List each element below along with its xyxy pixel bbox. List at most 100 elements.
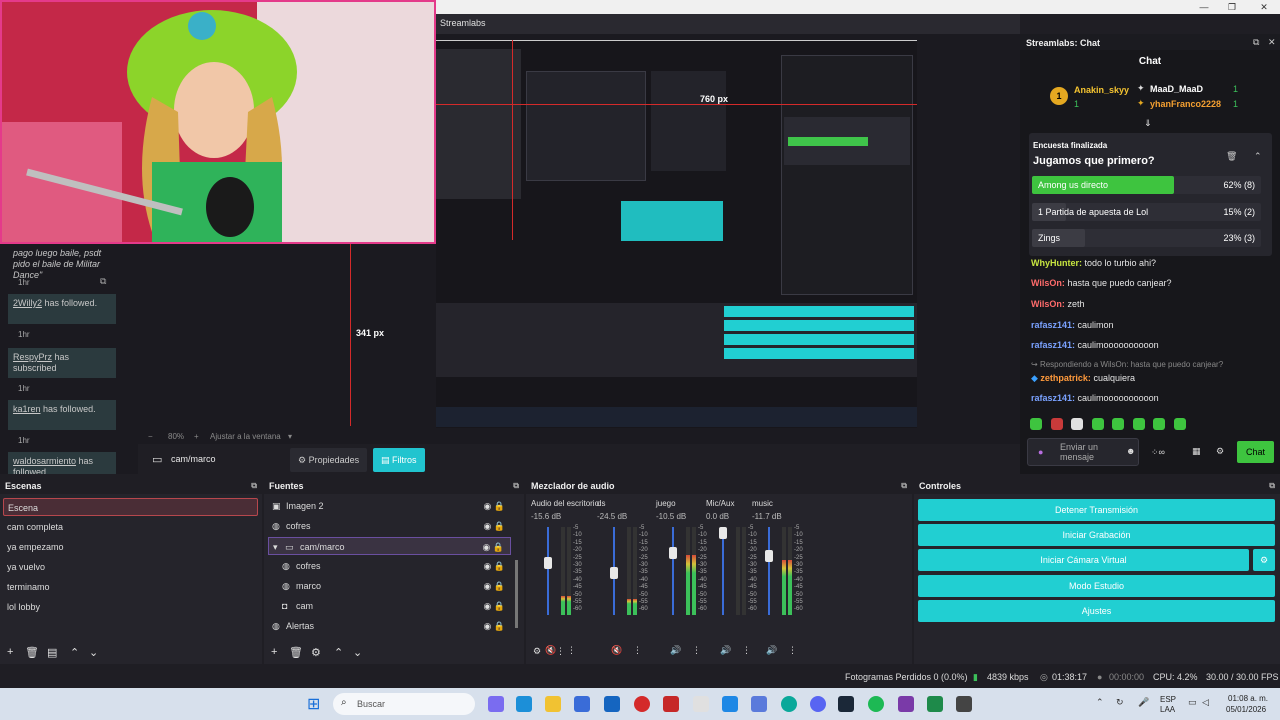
emote-icon[interactable] xyxy=(1173,418,1186,430)
source-item[interactable]: ▾ ▭ cam/marco ◉ 🔒 xyxy=(268,537,511,555)
trash-icon[interactable]: 🗑 xyxy=(289,646,303,659)
volume-fader[interactable] xyxy=(547,527,549,615)
language[interactable]: ESP xyxy=(1160,695,1176,704)
close-icon[interactable]: ✕ xyxy=(1268,37,1276,48)
eye-icon[interactable]: ◉ 🔒 xyxy=(483,597,505,615)
feed-item[interactable]: ka1ren has followed. xyxy=(8,400,116,430)
emoji-icon[interactable]: ☻ xyxy=(1126,446,1135,456)
app-icon[interactable] xyxy=(927,696,943,712)
close-button[interactable]: ✕ xyxy=(1248,0,1280,14)
popout-icon[interactable]: ⧉ xyxy=(1269,478,1275,494)
zoom-in-icon[interactable]: + xyxy=(194,432,199,441)
chat-user[interactable]: zethpatrick: xyxy=(1040,373,1091,383)
feed-user[interactable]: waldosarmiento xyxy=(13,456,76,466)
emote-icon[interactable] xyxy=(1091,418,1104,430)
filters-button[interactable]: ▤ Filtros xyxy=(373,448,425,472)
source-item[interactable]: ◍ marco ◉ 🔒 xyxy=(278,577,511,595)
app-icon[interactable] xyxy=(722,696,738,712)
add-icon[interactable]: + xyxy=(271,646,277,658)
emote-icon[interactable] xyxy=(1112,418,1125,430)
volume-fader[interactable] xyxy=(722,527,724,615)
emote-icon[interactable] xyxy=(1132,418,1145,430)
scrollbar[interactable] xyxy=(515,560,518,628)
settings-button[interactable]: Ajustes xyxy=(918,600,1275,622)
arrow-down-icon[interactable]: ⌄ xyxy=(89,646,98,659)
taskbar-search[interactable]: ⌕ Buscar xyxy=(333,693,475,715)
microphone-icon[interactable]: ● xyxy=(1038,447,1043,457)
teams-icon[interactable] xyxy=(751,696,767,712)
windows-start-icon[interactable]: ⊞ xyxy=(307,694,320,714)
chat-user[interactable]: WilsOn: xyxy=(1031,278,1065,288)
eye-icon[interactable]: ◉ 🔒 xyxy=(483,557,505,575)
stop-streaming-button[interactable]: Detener Transmisión xyxy=(918,499,1275,521)
copy-icon[interactable]: ⧉ xyxy=(100,276,106,287)
arrow-down-icon[interactable]: ⌄ xyxy=(353,646,362,659)
chevron-up-icon[interactable]: ⌃ xyxy=(1254,151,1262,162)
eye-icon[interactable]: ◉ 🔒 xyxy=(482,538,504,556)
volume-icon[interactable]: ◁ xyxy=(1202,697,1209,708)
arrow-up-icon[interactable]: ⌃ xyxy=(70,646,79,659)
mixer-settings-icon[interactable]: ⚙ xyxy=(533,646,541,657)
fit-window-dropdown[interactable]: Ajustar a la ventana xyxy=(210,432,281,441)
maximize-button[interactable]: ❐ xyxy=(1216,0,1248,14)
steam-icon[interactable] xyxy=(838,696,854,712)
outlook-icon[interactable] xyxy=(604,696,620,712)
discord-icon[interactable] xyxy=(810,696,826,712)
more-icon[interactable]: ⋮ xyxy=(556,646,565,657)
feed-item[interactable]: waldosarmiento has followed. xyxy=(8,452,116,474)
chevron-up-icon[interactable]: ⌃ xyxy=(1096,697,1104,708)
source-item[interactable]: ◍ cofres ◉ 🔒 xyxy=(278,557,511,575)
scene-item[interactable]: ya empezamo xyxy=(3,538,258,556)
bits-icon[interactable]: ⁘∞ xyxy=(1151,447,1165,458)
fader-knob[interactable] xyxy=(610,566,618,579)
obs-icon[interactable] xyxy=(956,696,972,712)
clock-date[interactable]: 05/01/2026 xyxy=(1226,705,1266,714)
netflix-icon[interactable] xyxy=(693,696,709,712)
popout-icon[interactable]: ⧉ xyxy=(513,478,519,494)
popout-icon[interactable]: ⧉ xyxy=(901,478,907,494)
scene-item[interactable]: cam completa xyxy=(3,518,258,536)
zoom-out-icon[interactable]: − xyxy=(148,432,153,441)
fader-knob[interactable] xyxy=(719,527,727,539)
popout-icon[interactable]: ⧉ xyxy=(1253,37,1259,48)
feed-user[interactable]: 2Willy2 xyxy=(13,298,42,308)
opera-icon[interactable] xyxy=(634,696,650,712)
network-icon[interactable]: ▭ xyxy=(1188,697,1197,708)
chat-user[interactable]: rafasz141: xyxy=(1031,393,1075,403)
trash-icon[interactable]: 🗑 xyxy=(25,646,39,659)
sync-icon[interactable]: ↻ xyxy=(1116,697,1124,708)
gear-icon[interactable]: ⚙ xyxy=(1253,549,1275,571)
add-icon[interactable]: + xyxy=(7,646,13,658)
gear-icon[interactable]: ⚙ xyxy=(1216,446,1224,457)
trash-icon[interactable]: 🗑 xyxy=(1226,151,1237,162)
scene-item[interactable]: Escena xyxy=(3,498,258,516)
chat-user[interactable]: WilsOn: xyxy=(1031,299,1065,309)
eye-icon[interactable]: ◉ 🔒 xyxy=(483,617,505,635)
scene-item[interactable]: lol lobby xyxy=(3,598,258,616)
eye-icon[interactable]: ◉ 🔒 xyxy=(483,517,505,535)
volume-fader[interactable] xyxy=(768,527,770,615)
emote-icon[interactable] xyxy=(1050,418,1063,430)
studio-mode-button[interactable]: Modo Estudio xyxy=(918,575,1275,597)
emote-icon[interactable] xyxy=(1153,418,1166,430)
app-icon[interactable] xyxy=(663,696,679,712)
start-recording-button[interactable]: Iniciar Grabación xyxy=(918,524,1275,546)
feed-item[interactable]: 2Willy2 has followed. xyxy=(8,294,116,324)
gifter-name[interactable]: Anakin_skyy xyxy=(1074,85,1129,95)
spotify-icon[interactable] xyxy=(868,696,884,712)
edge-icon[interactable] xyxy=(516,696,532,712)
emote-icon[interactable] xyxy=(1030,418,1042,430)
eye-icon[interactable]: ◉ 🔒 xyxy=(483,497,505,515)
clock-time[interactable]: 01:08 a. m. xyxy=(1228,694,1268,703)
store-icon[interactable] xyxy=(574,696,590,712)
source-item[interactable]: ◘ cam ◉ 🔒 xyxy=(278,597,511,615)
emote-icon[interactable] xyxy=(1071,418,1084,430)
fader-knob[interactable] xyxy=(544,557,552,570)
source-item[interactable]: ◍ cofres ◉ 🔒 xyxy=(268,517,511,535)
streamlabs-icon[interactable] xyxy=(781,696,797,712)
chevron-down-icon[interactable]: ▾ xyxy=(273,538,278,556)
scene-item[interactable]: ya vuelvo xyxy=(3,558,258,576)
feed-item[interactable]: RespyPrz has subscribed xyxy=(8,348,116,378)
chevron-down-icon[interactable]: ⇓ xyxy=(1144,118,1152,129)
filter-icon[interactable]: ▤ xyxy=(47,646,57,659)
